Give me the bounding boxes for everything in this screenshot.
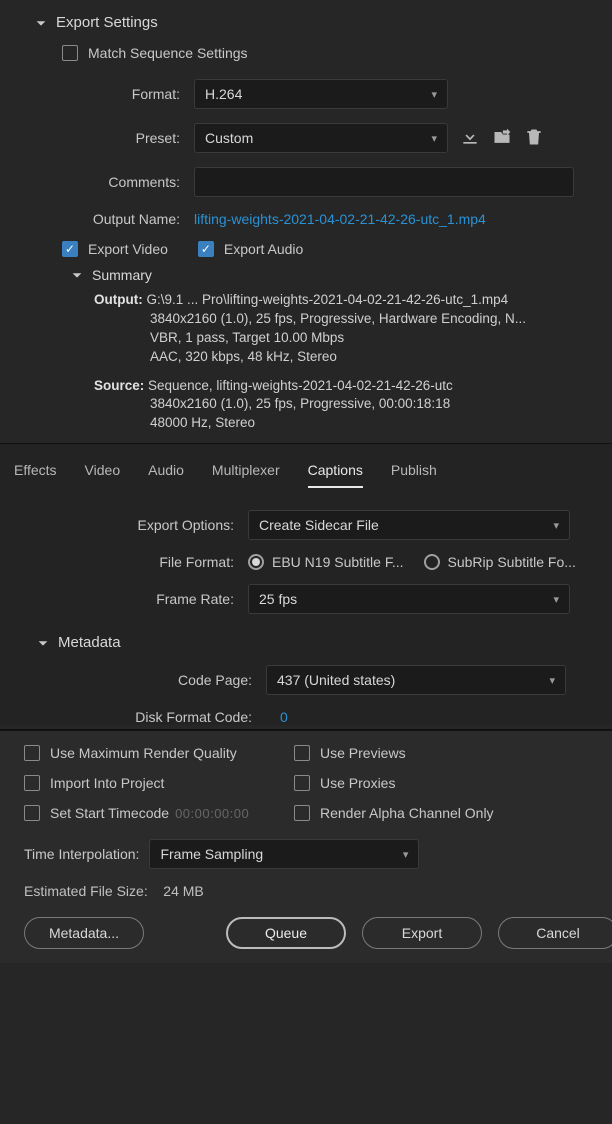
summary-header[interactable]: Summary: [70, 267, 594, 283]
export-options-value: Create Sidecar File: [259, 517, 379, 533]
export-audio-label: Export Audio: [224, 241, 303, 257]
export-settings-title: Export Settings: [56, 14, 158, 31]
import-project-label: Import Into Project: [50, 775, 164, 791]
tab-effects[interactable]: Effects: [14, 462, 57, 488]
file-format-ebu-option[interactable]: EBU N19 Subtitle F...: [248, 554, 404, 570]
render-alpha-label: Render Alpha Channel Only: [320, 805, 494, 821]
preset-value: Custom: [205, 130, 253, 146]
radio-icon: [248, 554, 264, 570]
tab-bar: Effects Video Audio Multiplexer Captions…: [0, 443, 612, 488]
disk-format-code-label: Disk Format Code:: [36, 709, 266, 725]
chevron-down-icon: ▾: [553, 519, 559, 532]
render-alpha-checkbox[interactable]: [294, 805, 310, 821]
export-video-checkbox[interactable]: [62, 241, 78, 257]
captions-panel: Export Options: Create Sidecar File ▾ Fi…: [0, 488, 612, 725]
set-start-timecode-checkbox[interactable]: [24, 805, 40, 821]
match-sequence-checkbox[interactable]: [62, 45, 78, 61]
chevron-down-icon: [34, 16, 48, 30]
radio-icon: [424, 554, 440, 570]
export-button[interactable]: Export: [362, 917, 482, 949]
bottom-options-panel: Use Maximum Render Quality Use Previews …: [0, 729, 612, 963]
output-name-link[interactable]: lifting-weights-2021-04-02-21-42-26-utc_…: [194, 211, 486, 227]
use-proxies-label: Use Proxies: [320, 775, 395, 791]
summary-source: Source: Sequence, lifting-weights-2021-0…: [94, 377, 594, 434]
chevron-down-icon: [36, 636, 50, 650]
comments-label: Comments:: [34, 174, 194, 190]
code-page-label: Code Page:: [36, 672, 266, 688]
chevron-down-icon: ▾: [549, 674, 555, 687]
metadata-title: Metadata: [58, 634, 121, 651]
chevron-down-icon: ▾: [403, 848, 409, 861]
tab-audio[interactable]: Audio: [148, 462, 184, 488]
tab-captions[interactable]: Captions: [308, 462, 363, 488]
start-timecode-value: 00:00:00:00: [175, 806, 249, 821]
summary-title: Summary: [92, 267, 152, 283]
format-label: Format:: [34, 86, 194, 102]
use-proxies-checkbox[interactable]: [294, 775, 310, 791]
tab-publish[interactable]: Publish: [391, 462, 437, 488]
use-previews-checkbox[interactable]: [294, 745, 310, 761]
export-settings-panel: Export Settings Match Sequence Settings …: [0, 0, 612, 433]
code-page-dropdown[interactable]: 437 (United states) ▾: [266, 665, 566, 695]
set-start-timecode-label: Set Start Timecode: [50, 805, 169, 821]
preset-label: Preset:: [34, 130, 194, 146]
export-video-label: Export Video: [88, 241, 168, 257]
preset-dropdown[interactable]: Custom ▾: [194, 123, 448, 153]
export-options-dropdown[interactable]: Create Sidecar File ▾: [248, 510, 570, 540]
file-format-radio-group: EBU N19 Subtitle F... SubRip Subtitle Fo…: [248, 554, 594, 570]
frame-rate-dropdown[interactable]: 25 fps ▾: [248, 584, 570, 614]
chevron-down-icon: ▾: [553, 593, 559, 606]
estimated-size-value: 24 MB: [163, 883, 203, 899]
frame-rate-value: 25 fps: [259, 591, 297, 607]
match-sequence-label: Match Sequence Settings: [88, 45, 248, 61]
frame-rate-label: Frame Rate:: [18, 591, 248, 607]
import-preset-icon[interactable]: [492, 127, 512, 150]
delete-preset-icon[interactable]: [524, 127, 544, 150]
queue-button[interactable]: Queue: [226, 917, 346, 949]
format-value: H.264: [205, 86, 242, 102]
code-page-value: 437 (United states): [277, 672, 395, 688]
export-options-label: Export Options:: [18, 517, 248, 533]
time-interpolation-value: Frame Sampling: [160, 846, 263, 862]
time-interpolation-dropdown[interactable]: Frame Sampling ▾: [149, 839, 419, 869]
chevron-down-icon: ▾: [431, 132, 437, 145]
disk-format-code-value[interactable]: 0: [280, 709, 288, 725]
use-previews-label: Use Previews: [320, 745, 406, 761]
metadata-header[interactable]: Metadata: [36, 634, 594, 651]
save-preset-icon[interactable]: [460, 127, 480, 150]
chevron-down-icon: ▾: [431, 88, 437, 101]
preset-actions: [460, 127, 544, 150]
export-audio-checkbox[interactable]: [198, 241, 214, 257]
cancel-button[interactable]: Cancel: [498, 917, 612, 949]
estimated-size-label: Estimated File Size:: [24, 883, 148, 899]
tab-video[interactable]: Video: [85, 462, 121, 488]
time-interpolation-label: Time Interpolation:: [24, 846, 139, 862]
chevron-down-icon: [70, 268, 84, 282]
use-max-render-label: Use Maximum Render Quality: [50, 745, 237, 761]
tab-multiplexer[interactable]: Multiplexer: [212, 462, 280, 488]
comments-input[interactable]: [194, 167, 574, 197]
use-max-render-checkbox[interactable]: [24, 745, 40, 761]
metadata-button[interactable]: Metadata...: [24, 917, 144, 949]
summary-output: Output: G:\9.1 ... Pro\lifting-weights-2…: [94, 291, 594, 367]
file-format-label: File Format:: [18, 554, 248, 570]
file-format-subrip-option[interactable]: SubRip Subtitle Fo...: [424, 554, 576, 570]
format-dropdown[interactable]: H.264 ▾: [194, 79, 448, 109]
summary-block: Summary Output: G:\9.1 ... Pro\lifting-w…: [70, 267, 594, 433]
output-name-label: Output Name:: [34, 211, 194, 227]
import-project-checkbox[interactable]: [24, 775, 40, 791]
export-settings-header[interactable]: Export Settings: [34, 14, 594, 31]
